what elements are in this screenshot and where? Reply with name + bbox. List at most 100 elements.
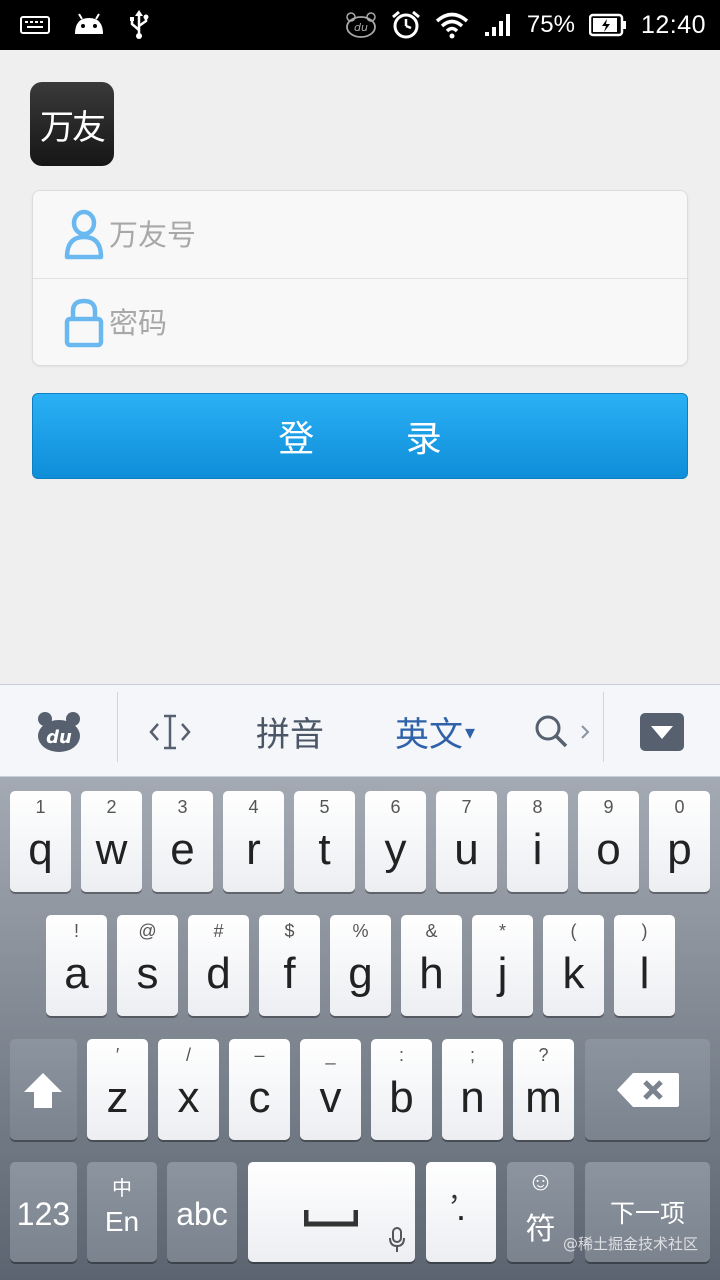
key-sub-label: 1 — [35, 797, 46, 817]
password-row — [33, 279, 687, 367]
divider — [603, 692, 604, 762]
english-mode-button[interactable]: 英文 ▾ — [380, 685, 490, 778]
search-button[interactable] — [524, 685, 600, 778]
login-button[interactable]: 登 录 — [32, 393, 688, 479]
emoji-icon: ☺ — [527, 1166, 554, 1196]
key-label: d — [206, 949, 231, 998]
key-n[interactable]: ; n — [442, 1039, 503, 1140]
username-row — [33, 191, 687, 279]
key-f[interactable]: $ f — [259, 915, 320, 1016]
key-label: w — [95, 825, 128, 874]
key-label: h — [419, 949, 444, 998]
cursor-move-button[interactable] — [140, 685, 200, 778]
key-s[interactable]: @ s — [117, 915, 178, 1016]
ime-logo-button[interactable]: du — [24, 685, 94, 778]
key-h[interactable]: & h — [401, 915, 462, 1016]
key-q[interactable]: 1q — [10, 791, 71, 892]
key-j[interactable]: * j — [472, 915, 533, 1016]
chevron-right-icon — [581, 724, 590, 739]
svg-text:du: du — [354, 21, 368, 34]
key-sub-label: ′ — [115, 1045, 120, 1065]
punctuation-key[interactable]: ， · — [426, 1162, 496, 1262]
lock-icon — [63, 297, 105, 349]
key-label: x — [177, 1073, 200, 1122]
key-k[interactable]: (k — [543, 915, 604, 1016]
language-top-label: 中 — [112, 1176, 132, 1200]
key-r[interactable]: 4r — [223, 791, 284, 892]
space-icon — [304, 1210, 358, 1227]
backspace-key[interactable] — [585, 1039, 710, 1140]
shift-key[interactable] — [10, 1039, 77, 1140]
space-key[interactable] — [248, 1162, 415, 1262]
key-m[interactable]: ? m — [513, 1039, 574, 1140]
key-d[interactable]: # d — [188, 915, 249, 1016]
key-sub-label: 4 — [248, 797, 259, 817]
key-sub-label: ) — [641, 921, 648, 941]
key-t[interactable]: 5t — [294, 791, 355, 892]
key-e[interactable]: 3e — [152, 791, 213, 892]
pinyin-label: 拼音 — [256, 715, 324, 755]
key-b[interactable]: :b — [371, 1039, 432, 1140]
key-v[interactable]: _ v — [300, 1039, 361, 1140]
language-switch-key[interactable]: 中 En — [87, 1162, 157, 1262]
key-u[interactable]: 7u — [436, 791, 497, 892]
key-label: c — [248, 1073, 271, 1122]
key-g[interactable]: % g — [330, 915, 391, 1016]
signal-icon — [483, 12, 513, 38]
key-sub-label: : — [398, 1045, 404, 1065]
hide-keyboard-button[interactable] — [630, 685, 694, 778]
language-bottom-label: En — [104, 1206, 140, 1237]
key-z[interactable]: ′ z — [87, 1039, 148, 1140]
baidu-paw-icon: du — [38, 711, 80, 752]
key-x[interactable]: / x — [158, 1039, 219, 1140]
wifi-icon — [435, 11, 469, 39]
battery-charging-icon — [588, 13, 627, 37]
username-input[interactable] — [109, 211, 669, 259]
pinyin-mode-button[interactable]: 拼音 — [240, 685, 340, 778]
usb-icon — [128, 10, 150, 40]
key-w[interactable]: 2w — [81, 791, 142, 892]
keyboard-icon — [20, 15, 50, 35]
key-y[interactable]: 6y — [365, 791, 426, 892]
numbers-label: 123 — [16, 1196, 71, 1232]
ime-logo-text: du — [46, 727, 72, 748]
key-label: k — [562, 949, 585, 998]
abc-label: abc — [176, 1196, 228, 1232]
hide-keyboard-icon — [640, 712, 684, 751]
key-l[interactable]: ) l — [614, 915, 675, 1016]
watermark: @稀土掘金技术社区 — [562, 1235, 698, 1253]
key-sub-label: 3 — [177, 797, 188, 817]
key-sub-label: ! — [73, 921, 79, 941]
key-label: n — [460, 1073, 485, 1122]
baidu-ime-icon: du — [345, 12, 377, 38]
shift-icon — [24, 1073, 62, 1108]
key-i[interactable]: 8i — [507, 791, 568, 892]
chevron-down-icon: ▾ — [464, 719, 476, 744]
key-label: j — [497, 949, 508, 998]
key-sub-label: ( — [570, 921, 577, 941]
password-input[interactable] — [109, 299, 669, 347]
key-sub-label: 2 — [106, 797, 117, 817]
battery-percent: 75% — [526, 11, 575, 38]
key-label: e — [170, 825, 195, 874]
key-sub-label: 0 — [674, 797, 685, 817]
key-c[interactable]: – c — [229, 1039, 290, 1140]
key-o[interactable]: 9o — [578, 791, 639, 892]
login-form — [32, 190, 688, 366]
key-p[interactable]: 0p — [649, 791, 710, 892]
abc-key[interactable]: abc — [167, 1162, 237, 1262]
key-sub-label: # — [213, 921, 224, 941]
search-icon — [535, 715, 568, 747]
english-label: 英文 — [394, 715, 463, 755]
key-sub-label: – — [254, 1045, 265, 1065]
period-label: · — [455, 1195, 467, 1236]
key-label: v — [319, 1073, 342, 1122]
android-icon — [72, 12, 106, 38]
key-a[interactable]: ! a — [46, 915, 107, 1016]
key-sub-label: 9 — [603, 797, 614, 817]
status-bar-system: du 75% 12:40 — [345, 0, 706, 50]
key-label: t — [318, 825, 331, 874]
numbers-key[interactable]: 123 — [10, 1162, 77, 1262]
key-sub-label: 6 — [390, 797, 401, 817]
key-label: g — [348, 949, 373, 998]
